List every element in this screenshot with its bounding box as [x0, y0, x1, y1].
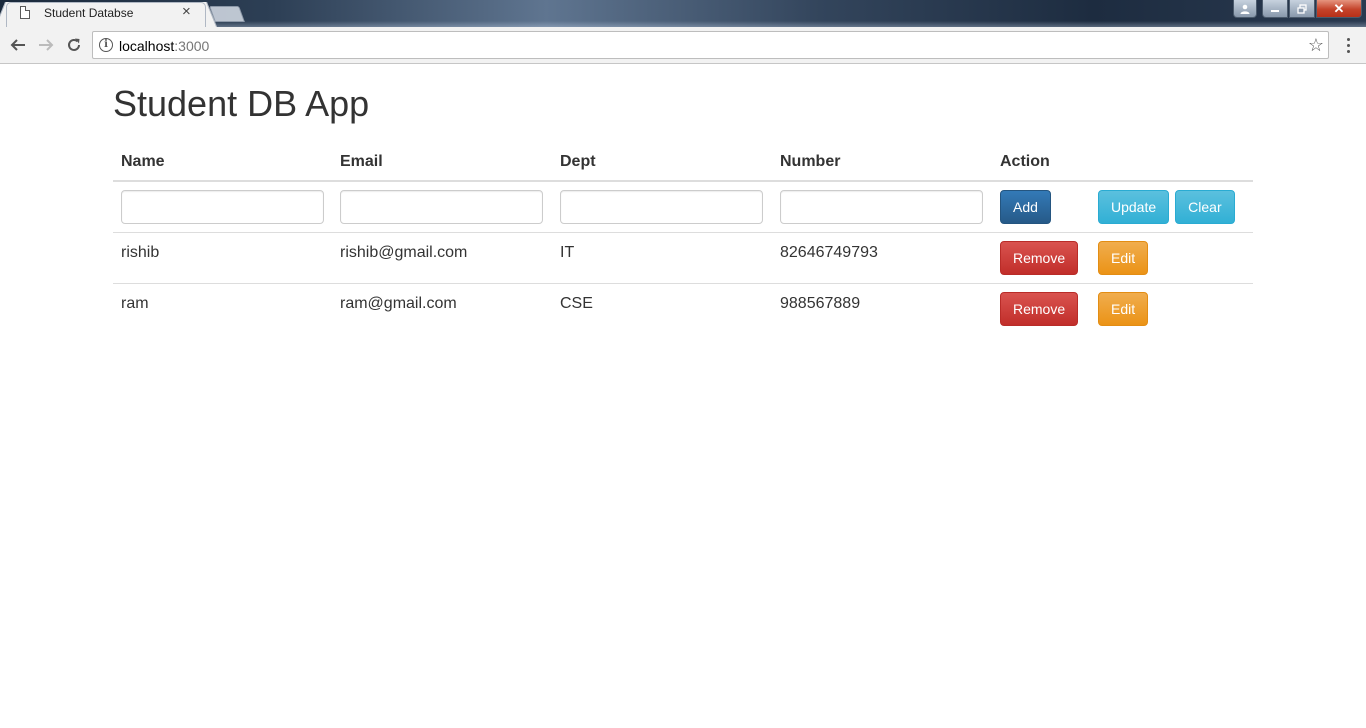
info-icon[interactable]: i	[99, 38, 113, 52]
forward-icon[interactable]	[36, 35, 56, 55]
header-action: Action	[992, 144, 1090, 182]
number-input[interactable]	[780, 190, 983, 224]
restore-icon[interactable]	[1289, 0, 1315, 18]
header-action-extra	[1090, 144, 1253, 182]
cell-number-input	[772, 181, 992, 233]
cell-email: rishib@gmail.com	[332, 232, 552, 284]
header-number: Number	[772, 144, 992, 182]
update-button[interactable]: Update	[1098, 190, 1170, 224]
cell-email-input	[332, 181, 552, 233]
cell-name-input	[113, 181, 332, 233]
input-row: Add Update Clear	[113, 181, 1253, 233]
cell-add: Add	[992, 181, 1090, 233]
table-row: rishib rishib@gmail.com IT 82646749793 R…	[113, 232, 1253, 284]
dept-input[interactable]	[560, 190, 763, 224]
star-icon[interactable]: ☆	[1308, 35, 1324, 55]
header-dept: Dept	[552, 144, 772, 182]
cell-email: ram@gmail.com	[332, 283, 552, 335]
url-host: localhost	[119, 38, 175, 54]
cell-edit: Edit	[1090, 232, 1253, 284]
window-close-icon[interactable]: ✕	[1316, 0, 1362, 18]
clear-button[interactable]: Clear	[1175, 190, 1235, 224]
name-input[interactable]	[121, 190, 324, 224]
email-input[interactable]	[340, 190, 543, 224]
profile-icon[interactable]	[1233, 0, 1257, 18]
minimize-icon[interactable]	[1262, 0, 1288, 18]
reload-icon[interactable]	[64, 35, 84, 55]
cell-update-clear: Update Clear	[1090, 181, 1253, 233]
cell-remove: Remove	[992, 283, 1090, 335]
table-row: ram ram@gmail.com CSE 988567889 Remove E…	[113, 283, 1253, 335]
cell-number: 988567889	[772, 283, 992, 335]
browser-toolbar: i localhost:3000 ☆	[0, 27, 1366, 64]
edit-button[interactable]: Edit	[1098, 292, 1149, 326]
page-title: Student DB App	[113, 83, 370, 124]
container: Student DB App Name Email Dept Number Ac…	[113, 64, 1253, 335]
header-name: Name	[113, 144, 332, 182]
cell-name: ram	[113, 283, 332, 335]
page-content: Student DB App Name Email Dept Number Ac…	[0, 64, 1366, 728]
cell-dept-input	[552, 181, 772, 233]
cell-dept: IT	[552, 232, 772, 284]
cell-remove: Remove	[992, 232, 1090, 284]
menu-icon[interactable]	[1340, 35, 1356, 55]
edit-button[interactable]: Edit	[1098, 241, 1149, 275]
student-table: Name Email Dept Number Action Add Update	[113, 144, 1253, 335]
window-controls: ✕	[1233, 0, 1362, 18]
url-port: :3000	[174, 38, 210, 54]
cell-dept: CSE	[552, 283, 772, 335]
header-email: Email	[332, 144, 552, 182]
tab-title: Student Databse	[44, 6, 134, 20]
cell-name: rishib	[113, 232, 332, 284]
remove-button[interactable]: Remove	[1000, 292, 1079, 326]
table-header-row: Name Email Dept Number Action	[113, 144, 1253, 182]
cell-edit: Edit	[1090, 283, 1253, 335]
close-icon[interactable]: ×	[182, 4, 191, 20]
add-button[interactable]: Add	[1000, 190, 1051, 224]
address-bar[interactable]: i localhost:3000 ☆	[92, 31, 1329, 59]
back-icon[interactable]	[8, 35, 28, 55]
window-titlebar: Student Databse × ✕	[0, 0, 1366, 27]
cell-number: 82646749793	[772, 232, 992, 284]
url-text[interactable]: localhost:3000	[119, 38, 209, 54]
remove-button[interactable]: Remove	[1000, 241, 1079, 275]
page-icon	[20, 6, 30, 19]
